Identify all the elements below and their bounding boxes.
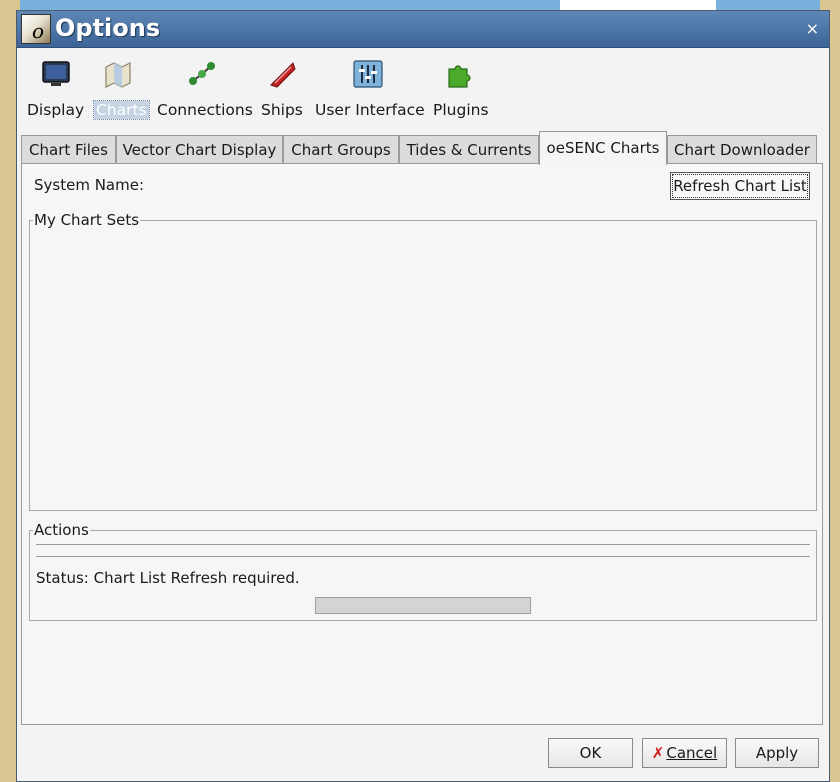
background-white <box>560 0 716 10</box>
tab-vector-chart-display[interactable]: Vector Chart Display <box>116 135 283 163</box>
tab-strip: Chart Files Vector Chart Display Chart G… <box>21 131 821 165</box>
tab-chart-files[interactable]: Chart Files <box>21 135 116 163</box>
monitor-icon <box>42 61 70 86</box>
category-charts-label: Charts <box>93 100 150 120</box>
oesenc-charts-panel: System Name: Refresh Chart List My Chart… <box>21 163 823 725</box>
options-dialog: o Options × Display Charts Connections S… <box>16 10 830 782</box>
tab-chart-downloader[interactable]: Chart Downloader <box>667 135 817 163</box>
cancel-button[interactable]: ✗ Cancel <box>642 738 727 768</box>
category-user-interface-label: User Interface <box>315 101 425 119</box>
tab-chart-groups[interactable]: Chart Groups <box>283 135 399 163</box>
actions-title: Actions <box>33 521 90 539</box>
progress-bar <box>315 597 531 614</box>
apply-button[interactable]: Apply <box>735 738 819 768</box>
ok-button[interactable]: OK <box>548 738 633 768</box>
category-plugins-label: Plugins <box>433 101 489 119</box>
cancel-label: Cancel <box>666 744 718 762</box>
category-plugins[interactable]: Plugins <box>431 55 491 123</box>
system-name-label: System Name: <box>34 176 145 194</box>
category-display-label: Display <box>27 101 85 119</box>
chart-map-icon <box>105 62 131 88</box>
ship-icon <box>270 62 296 88</box>
status-text: Status: Chart List Refresh required. <box>36 569 300 587</box>
sliders-icon <box>353 60 383 88</box>
actions-group: Actions Status: Chart List Refresh requi… <box>29 521 817 621</box>
category-charts[interactable]: Charts <box>93 55 150 123</box>
actions-divider-top <box>36 544 810 545</box>
category-user-interface[interactable]: User Interface <box>313 55 425 123</box>
category-connections-label: Connections <box>157 101 253 119</box>
close-button[interactable]: × <box>806 19 819 38</box>
category-ships-label: Ships <box>261 101 303 119</box>
opencpn-logo-icon: o <box>21 14 51 44</box>
category-display[interactable]: Display <box>25 55 87 123</box>
tab-oesenc-charts[interactable]: oeSENC Charts <box>539 131 667 165</box>
category-connections[interactable]: Connections <box>155 55 253 123</box>
tab-tides-currents[interactable]: Tides & Currents <box>399 135 539 163</box>
puzzle-icon <box>448 65 471 88</box>
my-chart-sets-group: My Chart Sets <box>29 211 817 511</box>
dialog-title: Options <box>55 14 161 42</box>
actions-divider-bottom <box>36 556 810 557</box>
my-chart-sets-title: My Chart Sets <box>33 211 141 229</box>
title-bar[interactable]: o Options × <box>17 11 829 48</box>
cancel-x-icon: ✗ <box>651 744 665 762</box>
refresh-chart-list-button[interactable]: Refresh Chart List <box>670 172 810 200</box>
category-ships[interactable]: Ships <box>259 55 307 123</box>
connections-icon <box>189 62 215 85</box>
